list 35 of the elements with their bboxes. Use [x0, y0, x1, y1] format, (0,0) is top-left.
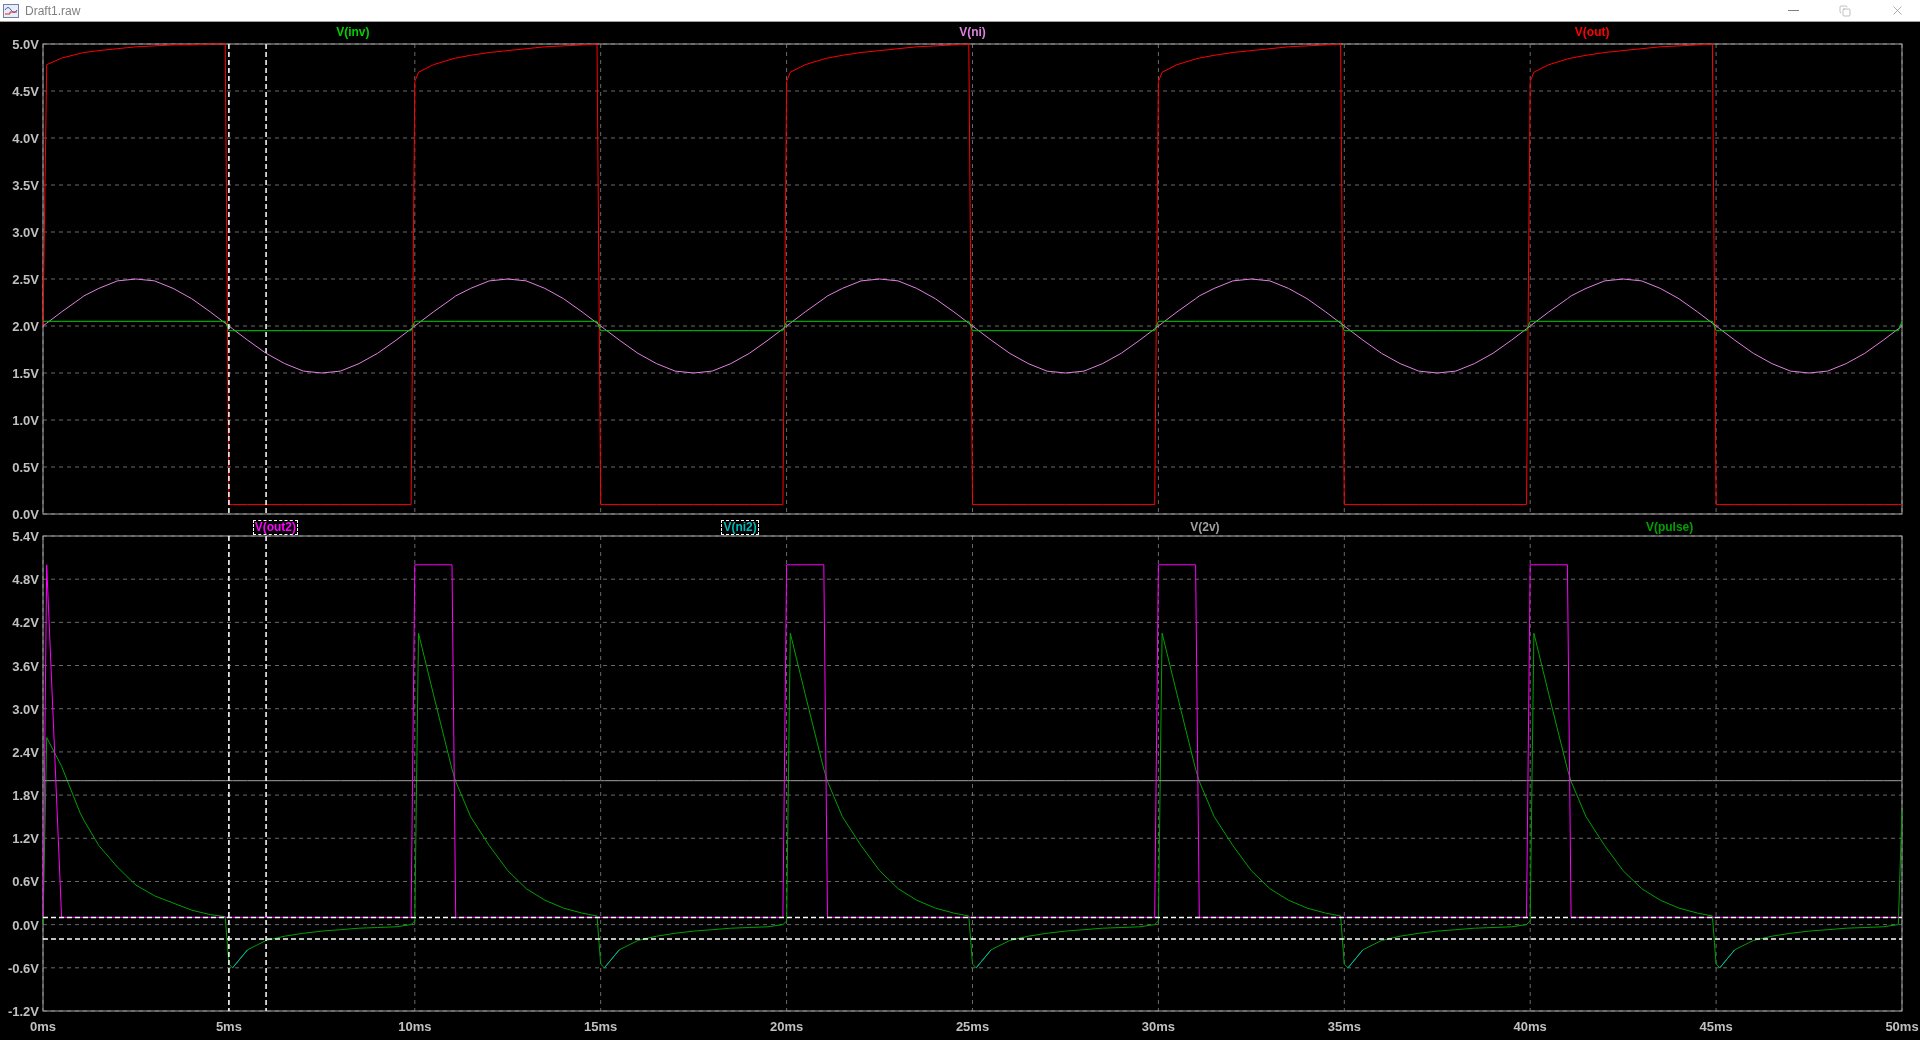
axis-label: 0.6V [12, 874, 39, 890]
axis-label: 4.5V [12, 84, 39, 99]
axis-label: 20ms [769, 1019, 804, 1034]
axis-label: 10ms [398, 1019, 432, 1034]
axis-label: 1.0V [12, 413, 39, 428]
axis-label: 35ms [1327, 1019, 1361, 1034]
axis-label: 0.0V [12, 917, 39, 933]
axis-label: 25ms [955, 1019, 990, 1034]
axis-label: 5ms [215, 1019, 242, 1034]
axis-label: -0.6V [7, 960, 39, 976]
axis-label: 50ms [1885, 1019, 1919, 1034]
axis-label: 40ms [1513, 1019, 1547, 1034]
axis-label: -1.2V [7, 1004, 39, 1019]
axis-label: 3.6V [12, 658, 39, 674]
axis-label: 5.4V [12, 529, 39, 544]
axis-label: 0.0V [12, 507, 39, 522]
axis-label: 45ms [1699, 1019, 1733, 1034]
axis-label: 15ms [584, 1019, 618, 1034]
axis-label: 2.5V [12, 272, 39, 287]
axis-label: 4.0V [12, 131, 39, 146]
axis-label: 0.5V [12, 460, 39, 475]
axis-label: 3.5V [12, 178, 39, 193]
axis-label: 4.2V [12, 615, 39, 631]
axis-label: 1.8V [12, 788, 39, 804]
axis-label: 4.8V [12, 572, 39, 588]
axis-label: 5.0V [12, 37, 39, 52]
window-title: Draft1.raw [25, 3, 81, 18]
axis-label: 1.5V [12, 366, 39, 381]
axis-label: 1.2V [12, 831, 39, 847]
axis-label: 3.0V [12, 225, 39, 240]
axis-label: 30ms [1141, 1019, 1176, 1034]
axis-label: 2.0V [12, 319, 39, 334]
axis-label: 3.0V [12, 701, 39, 717]
axis-label: 0ms [30, 1019, 56, 1034]
axis-label: 2.4V [12, 744, 39, 760]
